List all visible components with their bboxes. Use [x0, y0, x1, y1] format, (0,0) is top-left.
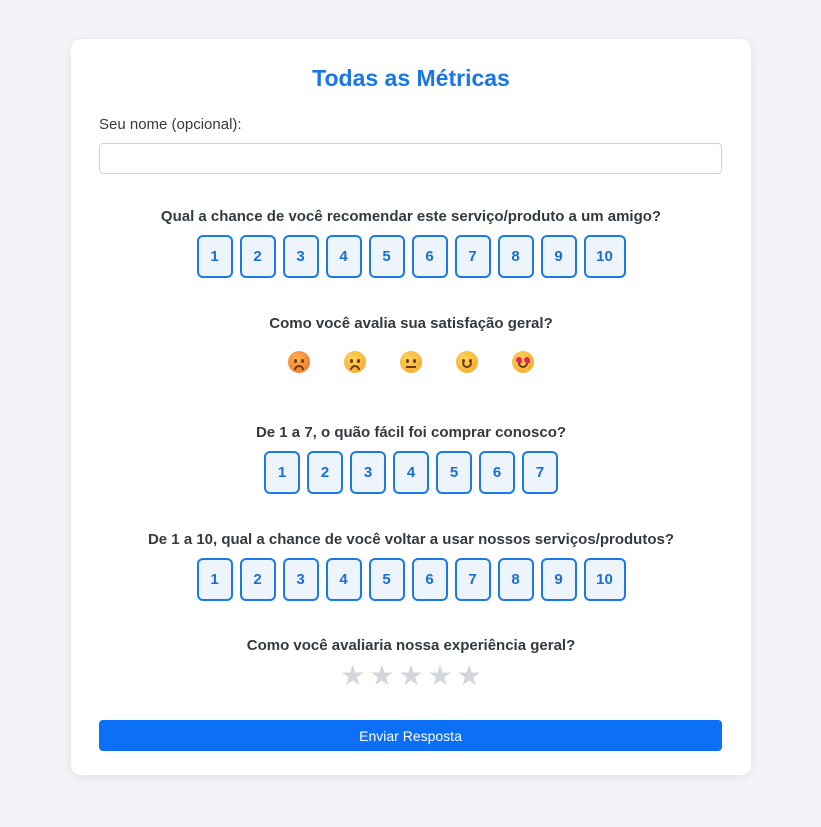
star-icon-5[interactable]: ★	[457, 661, 482, 691]
nps-option-1[interactable]: 1	[196, 235, 233, 278]
retention-option-1[interactable]: 1	[196, 558, 233, 601]
survey-card: Todas as Métricas Seu nome (opcional): Q…	[71, 39, 751, 775]
star-icon-3[interactable]: ★	[398, 661, 423, 691]
retention-options: 1 2 3 4 5 6 7 8 9 10	[71, 558, 751, 601]
ces-option-1[interactable]: 1	[264, 451, 300, 494]
star-icon-4[interactable]: ★	[428, 661, 453, 691]
nps-options: 1 2 3 4 5 6 7 8 9 10	[71, 235, 751, 278]
ces-option-6[interactable]: 6	[479, 451, 515, 494]
question-csat: Como você avalia sua satisfação geral?	[71, 315, 751, 375]
nps-option-3[interactable]: 3	[282, 235, 319, 278]
question-rating: Como você avaliaria nossa experiência ge…	[71, 637, 751, 691]
ces-option-5[interactable]: 5	[436, 451, 472, 494]
retention-option-9[interactable]: 9	[540, 558, 577, 601]
retention-option-7[interactable]: 7	[454, 558, 491, 601]
smiling-face-icon[interactable]	[455, 351, 479, 375]
submit-button[interactable]: Enviar Resposta	[99, 720, 722, 751]
retention-option-4[interactable]: 4	[325, 558, 362, 601]
nps-option-10[interactable]: 10	[583, 235, 626, 278]
nps-option-7[interactable]: 7	[454, 235, 491, 278]
nps-option-5[interactable]: 5	[368, 235, 405, 278]
ces-option-2[interactable]: 2	[307, 451, 343, 494]
ces-option-3[interactable]: 3	[350, 451, 386, 494]
star-icon-2[interactable]: ★	[369, 661, 394, 691]
name-input[interactable]	[99, 143, 722, 174]
star-rating: ★ ★ ★ ★ ★	[71, 661, 751, 691]
retention-option-6[interactable]: 6	[411, 558, 448, 601]
ces-options: 1 2 3 4 5 6 7	[71, 451, 751, 494]
question-nps-text: Qual a chance de você recomendar este se…	[160, 208, 662, 225]
nps-option-9[interactable]: 9	[540, 235, 577, 278]
retention-option-3[interactable]: 3	[282, 558, 319, 601]
question-ces-text: De 1 a 7, o quão fácil foi comprar conos…	[255, 424, 567, 441]
heart-eyes-face-icon[interactable]	[511, 351, 535, 375]
question-retention-text: De 1 a 10, qual a chance de você voltar …	[147, 531, 675, 548]
nps-option-8[interactable]: 8	[497, 235, 534, 278]
ces-option-7[interactable]: 7	[522, 451, 558, 494]
angry-face-icon[interactable]	[287, 351, 311, 375]
name-label: Seu nome (opcional):	[99, 116, 242, 133]
nps-option-2[interactable]: 2	[239, 235, 276, 278]
ces-option-4[interactable]: 4	[393, 451, 429, 494]
question-ces: De 1 a 7, o quão fácil foi comprar conos…	[71, 424, 751, 494]
confused-face-icon[interactable]	[343, 351, 367, 375]
retention-option-2[interactable]: 2	[239, 558, 276, 601]
retention-option-5[interactable]: 5	[368, 558, 405, 601]
retention-option-8[interactable]: 8	[497, 558, 534, 601]
neutral-face-icon[interactable]	[399, 351, 423, 375]
nps-option-6[interactable]: 6	[411, 235, 448, 278]
question-nps: Qual a chance de você recomendar este se…	[71, 208, 751, 278]
page-title: Todas as Métricas	[312, 65, 510, 91]
question-rating-text: Como você avaliaria nossa experiência ge…	[246, 637, 576, 654]
question-csat-text: Como você avalia sua satisfação geral?	[269, 315, 553, 332]
nps-option-4[interactable]: 4	[325, 235, 362, 278]
csat-options	[71, 351, 751, 375]
question-retention: De 1 a 10, qual a chance de você voltar …	[71, 531, 751, 601]
star-icon-1[interactable]: ★	[340, 661, 365, 691]
retention-option-10[interactable]: 10	[583, 558, 626, 601]
